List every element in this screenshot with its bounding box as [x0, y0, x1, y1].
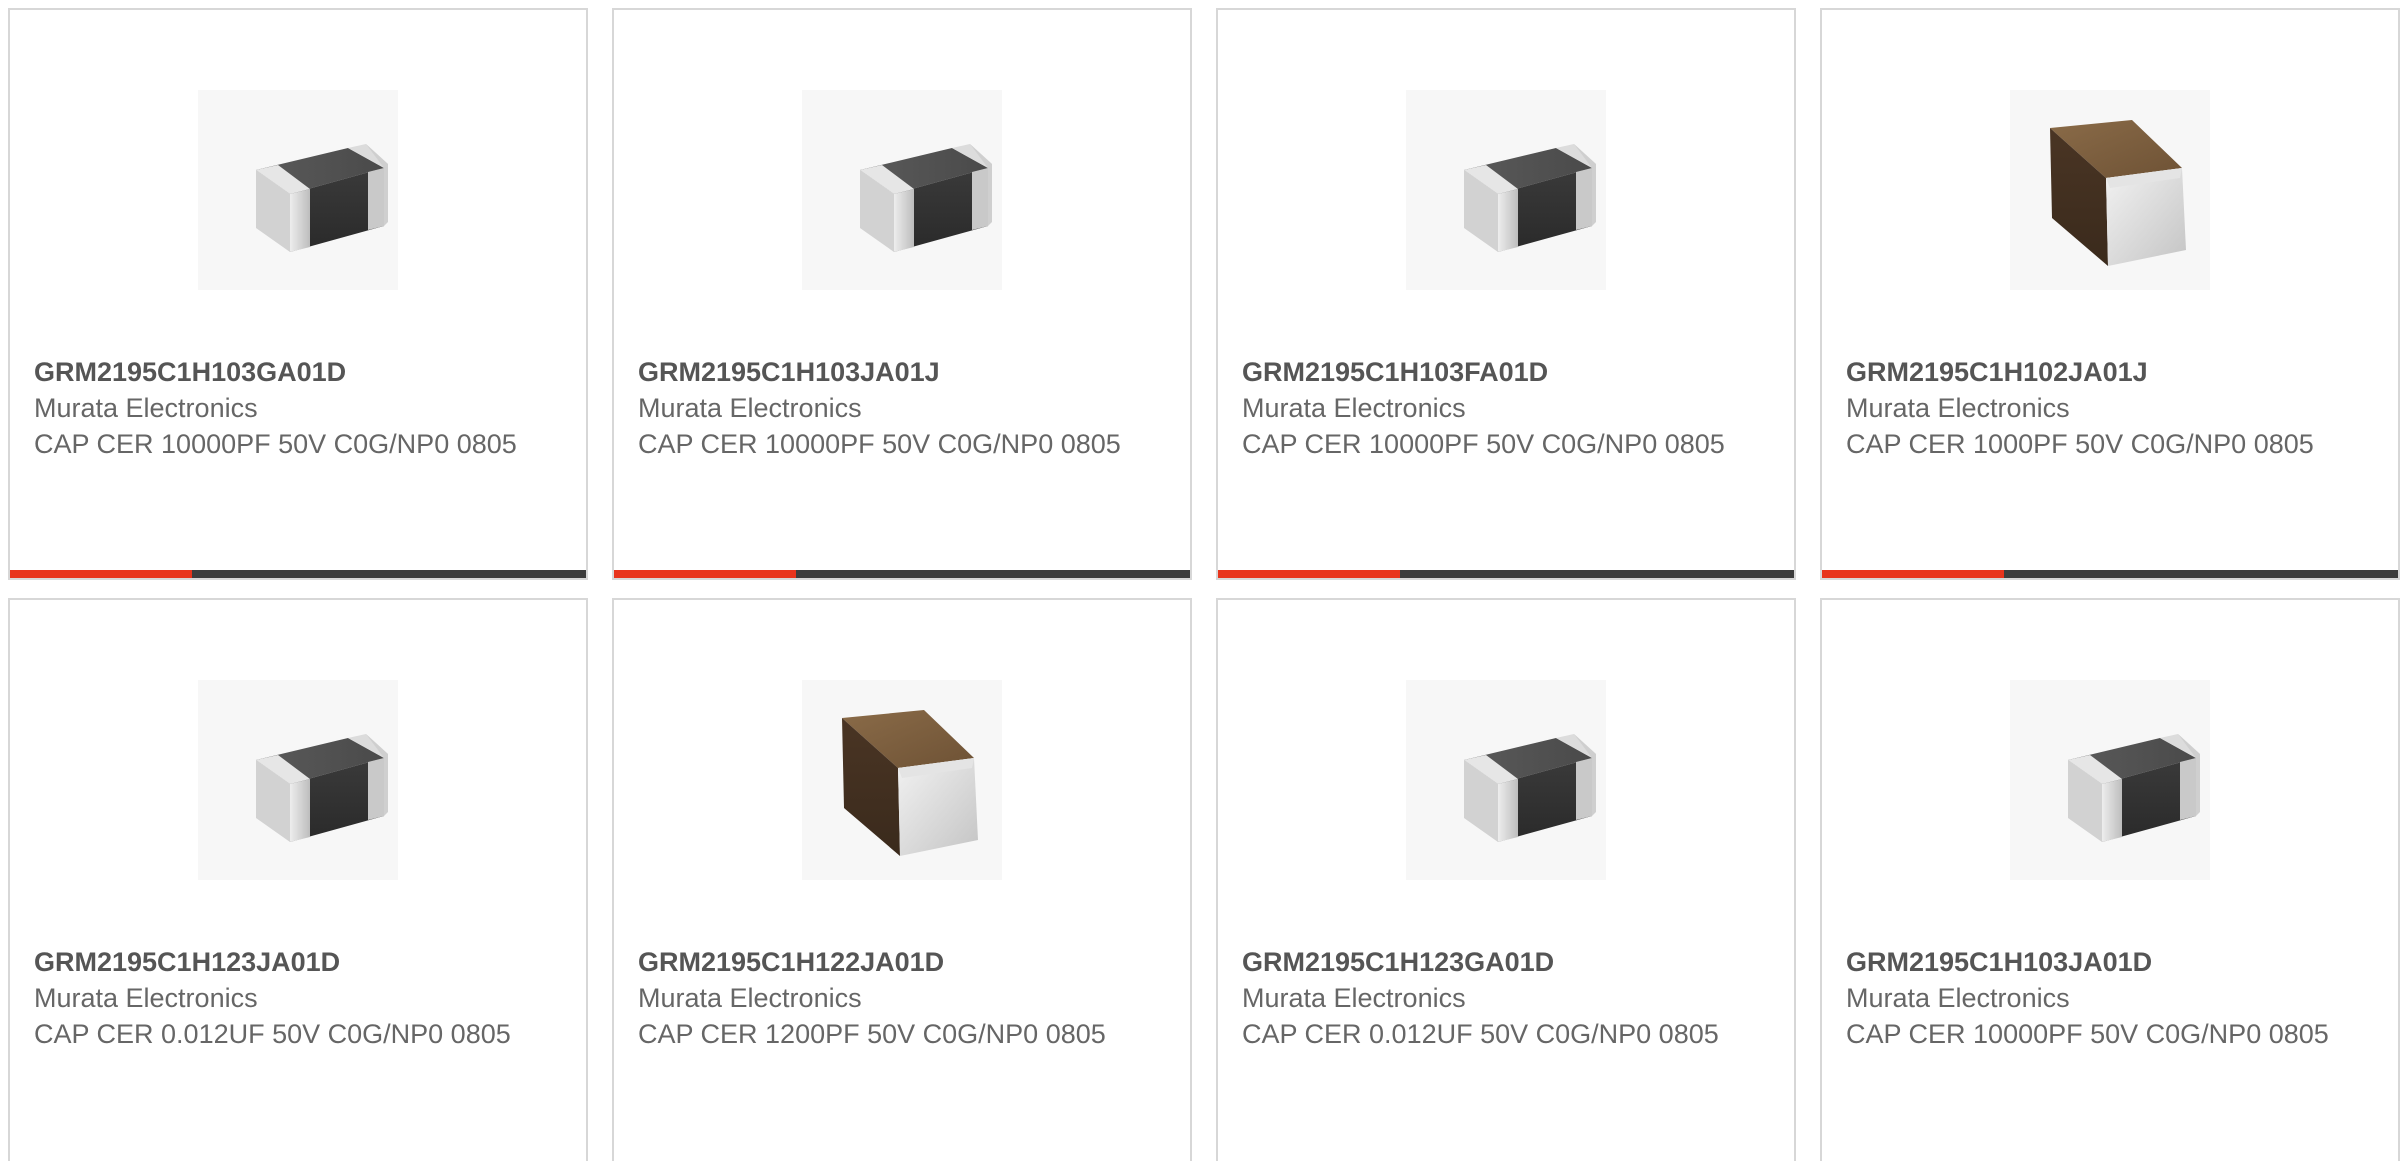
part-number-link[interactable]: GRM2195C1H123JA01D: [34, 944, 554, 980]
product-card[interactable]: GRM2195C1H103JA01D Murata Electronics CA…: [1820, 598, 2400, 1161]
product-info: GRM2195C1H103JA01J Murata Electronics CA…: [638, 354, 1158, 462]
mlcc-chip-gray-icon: [256, 144, 388, 252]
mlcc-chip-gray-icon: [2010, 680, 2210, 880]
product-info: GRM2195C1H103FA01D Murata Electronics CA…: [1242, 354, 1762, 462]
description-text: CAP CER 1200PF 50V C0G/NP0 0805: [638, 1019, 1106, 1049]
mlcc-chip-gray-icon: [860, 144, 992, 252]
product-card[interactable]: GRM2195C1H123GA01D Murata Electronics CA…: [1216, 598, 1796, 1161]
card-accent-bar: [10, 570, 586, 578]
product-card[interactable]: GRM2195C1H122JA01D Murata Electronics CA…: [612, 598, 1192, 1161]
product-card[interactable]: GRM2195C1H103FA01D Murata Electronics CA…: [1216, 8, 1796, 580]
mlcc-chip-gray-icon: [1464, 144, 1596, 252]
product-card[interactable]: GRM2195C1H103GA01D Murata Electronics CA…: [8, 8, 588, 580]
card-accent-bar: [614, 570, 1190, 578]
manufacturer-label: Murata Electronics: [1846, 393, 2070, 423]
manufacturer-label: Murata Electronics: [1242, 393, 1466, 423]
accent-segment: [10, 570, 192, 578]
mlcc-chip-brown-icon: [2010, 90, 2210, 290]
accent-segment: [1822, 570, 2004, 578]
card-accent-bar: [1822, 570, 2398, 578]
product-card[interactable]: GRM2195C1H102JA01J Murata Electronics CA…: [1820, 8, 2400, 580]
manufacturer-label: Murata Electronics: [1846, 983, 2070, 1013]
part-number-link[interactable]: GRM2195C1H103GA01D: [34, 354, 554, 390]
product-card[interactable]: GRM2195C1H103JA01J Murata Electronics CA…: [612, 8, 1192, 580]
product-card[interactable]: GRM2195C1H123JA01D Murata Electronics CA…: [8, 598, 588, 1161]
description-text: CAP CER 1000PF 50V C0G/NP0 0805: [1846, 429, 2314, 459]
manufacturer-label: Murata Electronics: [638, 983, 862, 1013]
part-number-link[interactable]: GRM2195C1H103JA01D: [1846, 944, 2366, 980]
product-info: GRM2195C1H102JA01J Murata Electronics CA…: [1846, 354, 2366, 462]
mlcc-chip-gray-icon: [198, 90, 398, 290]
description-text: CAP CER 10000PF 50V C0G/NP0 0805: [1846, 1019, 2329, 1049]
product-grid: GRM2195C1H103GA01D Murata Electronics CA…: [0, 0, 2400, 1161]
product-info: GRM2195C1H123GA01D Murata Electronics CA…: [1242, 944, 1762, 1052]
part-number-link[interactable]: GRM2195C1H103JA01J: [638, 354, 1158, 390]
accent-segment: [614, 570, 796, 578]
description-text: CAP CER 10000PF 50V C0G/NP0 0805: [1242, 429, 1725, 459]
card-accent-bar: [1218, 570, 1794, 578]
product-info: GRM2195C1H122JA01D Murata Electronics CA…: [638, 944, 1158, 1052]
mlcc-chip-brown-icon: [2050, 120, 2186, 266]
product-info: GRM2195C1H103GA01D Murata Electronics CA…: [34, 354, 554, 462]
mlcc-chip-gray-icon: [1406, 680, 1606, 880]
mlcc-chip-gray-icon: [1464, 734, 1596, 842]
mlcc-chip-gray-icon: [198, 680, 398, 880]
part-number-link[interactable]: GRM2195C1H123GA01D: [1242, 944, 1762, 980]
mlcc-chip-gray-icon: [802, 90, 1002, 290]
description-text: CAP CER 0.012UF 50V C0G/NP0 0805: [34, 1019, 511, 1049]
manufacturer-label: Murata Electronics: [34, 393, 258, 423]
manufacturer-label: Murata Electronics: [638, 393, 862, 423]
mlcc-chip-brown-icon: [802, 680, 1002, 880]
mlcc-chip-gray-icon: [256, 734, 388, 842]
manufacturer-label: Murata Electronics: [34, 983, 258, 1013]
manufacturer-label: Murata Electronics: [1242, 983, 1466, 1013]
part-number-link[interactable]: GRM2195C1H102JA01J: [1846, 354, 2366, 390]
mlcc-chip-brown-icon: [842, 710, 978, 856]
mlcc-chip-gray-icon: [1406, 90, 1606, 290]
description-text: CAP CER 0.012UF 50V C0G/NP0 0805: [1242, 1019, 1719, 1049]
description-text: CAP CER 10000PF 50V C0G/NP0 0805: [638, 429, 1121, 459]
mlcc-chip-gray-icon: [2068, 734, 2200, 842]
part-number-link[interactable]: GRM2195C1H122JA01D: [638, 944, 1158, 980]
accent-segment: [1218, 570, 1400, 578]
product-info: GRM2195C1H123JA01D Murata Electronics CA…: [34, 944, 554, 1052]
product-info: GRM2195C1H103JA01D Murata Electronics CA…: [1846, 944, 2366, 1052]
description-text: CAP CER 10000PF 50V C0G/NP0 0805: [34, 429, 517, 459]
part-number-link[interactable]: GRM2195C1H103FA01D: [1242, 354, 1762, 390]
